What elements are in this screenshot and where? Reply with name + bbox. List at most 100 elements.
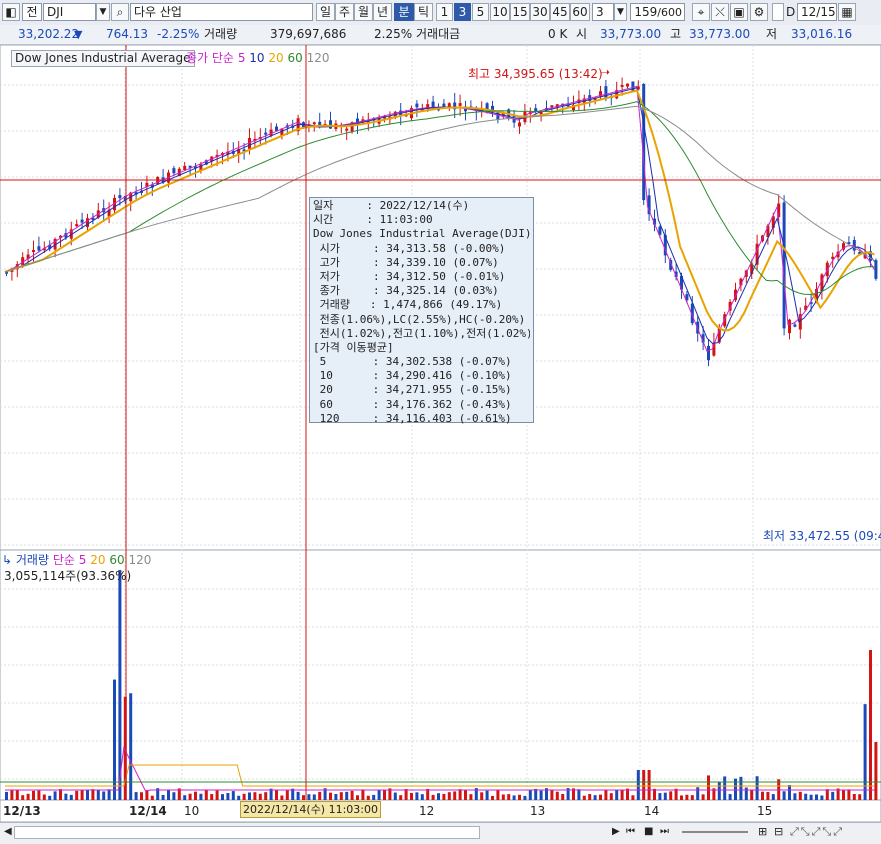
volume-bar bbox=[739, 776, 743, 800]
period-year[interactable]: 년 bbox=[373, 3, 392, 21]
scroll-right-icon[interactable]: ▶ bbox=[612, 826, 620, 837]
volume-bar bbox=[194, 791, 197, 800]
open-label: 시 bbox=[576, 27, 588, 41]
minute-10[interactable]: 10 bbox=[490, 3, 510, 21]
tooltip-ma-header: [가격 이동평균] bbox=[313, 340, 394, 354]
candlestick-chart[interactable] bbox=[0, 45, 881, 822]
period-month[interactable]: 월 bbox=[354, 3, 373, 21]
volume-bar bbox=[593, 795, 597, 800]
ma60-label: 60 bbox=[287, 51, 303, 65]
volume-bar bbox=[669, 791, 673, 800]
scroll-left-icon[interactable]: ◀ bbox=[4, 826, 12, 837]
candle-body bbox=[264, 132, 268, 135]
volume-bar bbox=[609, 793, 613, 800]
minute-45[interactable]: 45 bbox=[550, 3, 570, 21]
price-panel-title[interactable]: Dow Jones Industrial Average bbox=[11, 50, 195, 67]
volume-bar bbox=[582, 795, 586, 800]
tab-label[interactable]: 전 bbox=[22, 3, 42, 21]
volume-bar bbox=[80, 789, 84, 800]
zoom-in-icon[interactable]: ⊞ bbox=[758, 825, 767, 838]
minute-30[interactable]: 30 bbox=[530, 3, 550, 21]
tooltip-symbol: Dow Jones Industrial Average(DJI) bbox=[313, 227, 530, 241]
volume-label: 거래량 bbox=[204, 27, 238, 41]
volume-bar bbox=[496, 789, 500, 800]
x-label-1214: 12/14 bbox=[129, 804, 167, 818]
volume-bar bbox=[296, 791, 300, 800]
zoom-slider[interactable] bbox=[682, 831, 748, 833]
minute-60[interactable]: 60 bbox=[570, 3, 590, 21]
cursor-time-label: 2022/12/14(수) 11:03:00 bbox=[240, 801, 382, 818]
chart-area[interactable]: Dow Jones Industrial Average 종가 단순 5 10 … bbox=[0, 45, 881, 822]
symbol-name: 다우 산업 bbox=[130, 3, 313, 21]
bottom-scrollbar[interactable]: ◀ ▶ ⏮ ■ ⏭ ⊞ ⊟ ⤢⤡⤢⤡⤢ bbox=[0, 822, 881, 844]
volume-bar bbox=[32, 790, 35, 800]
minute-1[interactable]: 1 bbox=[436, 3, 453, 21]
search-icon[interactable]: ⌕ bbox=[111, 3, 129, 21]
volume-bar bbox=[86, 790, 89, 800]
volume-bar bbox=[410, 792, 413, 800]
period-week[interactable]: 주 bbox=[335, 3, 354, 21]
date-input[interactable]: 12/15 bbox=[797, 3, 837, 21]
fast-forward-icon[interactable]: ⏭ bbox=[660, 826, 669, 837]
volume-bar bbox=[761, 791, 764, 800]
volume-bar bbox=[64, 793, 68, 800]
volume-bar bbox=[42, 794, 46, 800]
volume-bar bbox=[161, 795, 165, 800]
volume-bar bbox=[242, 793, 246, 800]
minute-5[interactable]: 5 bbox=[472, 3, 489, 21]
minute-3[interactable]: 3 bbox=[454, 3, 471, 21]
zoom-out-icon[interactable]: ⊟ bbox=[774, 825, 783, 838]
candle-body bbox=[458, 103, 462, 106]
date-checkbox[interactable] bbox=[772, 3, 784, 21]
period-day[interactable]: 일 bbox=[316, 3, 335, 21]
period-tick[interactable]: 틱 bbox=[414, 3, 433, 21]
volume-bar bbox=[399, 795, 403, 800]
high-value: 33,773.00 bbox=[689, 27, 751, 41]
x-label-1213: 12/13 bbox=[3, 804, 41, 818]
minute-15[interactable]: 15 bbox=[510, 3, 530, 21]
calendar-icon[interactable]: ▦ bbox=[838, 3, 856, 21]
volume-bar bbox=[717, 781, 721, 800]
volume-bar bbox=[339, 792, 343, 800]
volume-bar bbox=[874, 742, 878, 800]
scroll-thumb[interactable] bbox=[14, 826, 480, 839]
volume-bar bbox=[491, 795, 494, 800]
tooltip-ma60: 60 : 34,176.362 (-0.43%) bbox=[313, 397, 512, 411]
crosshair-icon[interactable]: ⌖ bbox=[692, 3, 710, 21]
volume-bar bbox=[21, 795, 25, 800]
period-minute[interactable]: 분 bbox=[394, 3, 414, 21]
count-field[interactable]: 159/600 bbox=[630, 3, 685, 21]
volume-bar bbox=[145, 790, 149, 800]
volume-bar bbox=[512, 795, 516, 800]
save-icon[interactable]: ▣ bbox=[730, 3, 748, 21]
volume-bar bbox=[707, 775, 710, 800]
interval-input[interactable]: 3 bbox=[592, 3, 614, 21]
volume-bar bbox=[15, 789, 19, 800]
volume-bar bbox=[442, 793, 446, 800]
candle-body bbox=[32, 250, 35, 253]
symbol-input[interactable]: DJI bbox=[43, 3, 96, 21]
candle-body bbox=[793, 324, 797, 327]
volume-bar bbox=[798, 791, 802, 800]
symbol-dropdown-icon[interactable]: ▼ bbox=[96, 3, 110, 21]
draw-tools-icon[interactable]: ⤢⤡⤢⤡⤢ bbox=[790, 825, 844, 839]
volume-bar bbox=[377, 790, 381, 800]
chart-toggle-icon[interactable]: ◧ bbox=[2, 3, 20, 21]
volume-bar bbox=[653, 788, 656, 800]
candle-body bbox=[172, 168, 176, 174]
link-icon[interactable]: ⤬ bbox=[711, 3, 729, 21]
candle-body bbox=[642, 83, 646, 201]
rewind-icon[interactable]: ⏮ bbox=[626, 826, 635, 837]
tooltip-time: 시간 : 11:03:00 bbox=[313, 213, 433, 227]
stop-icon[interactable]: ■ bbox=[644, 826, 653, 837]
volume-bar bbox=[615, 790, 619, 800]
interval-dropdown-icon[interactable]: ▼ bbox=[614, 3, 627, 21]
change-rate: -2.25% bbox=[157, 27, 200, 41]
volume-bar bbox=[75, 790, 79, 800]
volume-bar bbox=[420, 794, 424, 800]
volume-bar bbox=[782, 791, 786, 800]
settings-icon[interactable]: ⚙ bbox=[750, 3, 768, 21]
volume-bar bbox=[820, 795, 824, 800]
volume-bar bbox=[701, 794, 705, 800]
low-label: 저 bbox=[766, 27, 778, 41]
